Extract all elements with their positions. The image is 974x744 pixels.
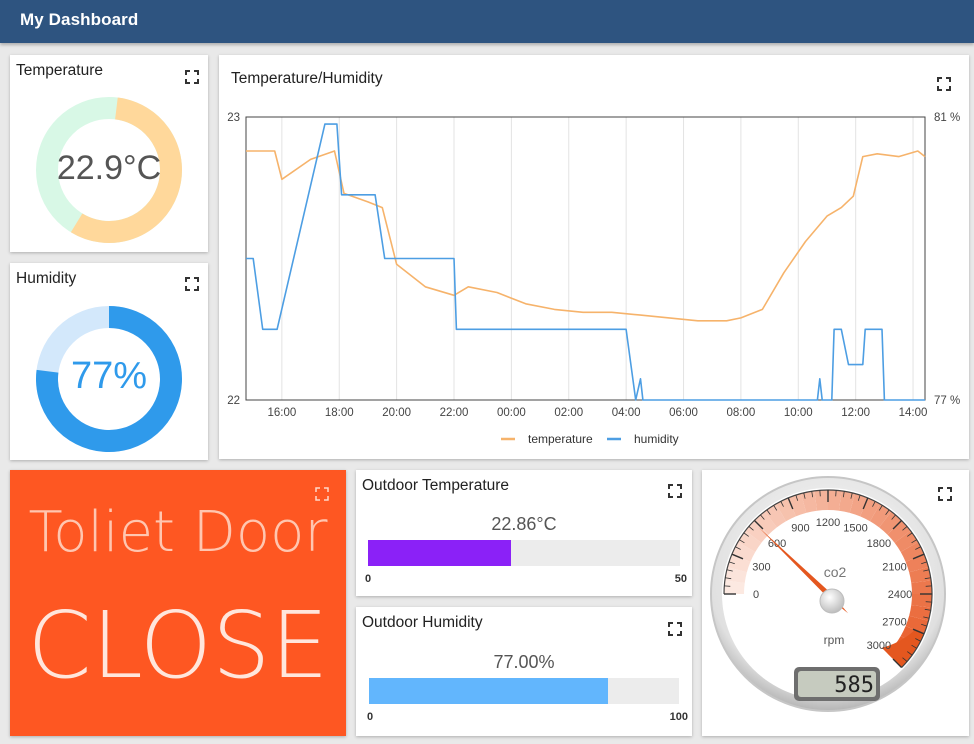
outdoor-temperature-value: 22.86°C: [491, 514, 557, 534]
x-tick-label: 04:00: [612, 407, 641, 419]
humidity-card: Humidity 77%: [10, 263, 208, 460]
door-card: Toliet Door CLOSE: [10, 470, 346, 736]
x-tick-label: 14:00: [899, 407, 928, 419]
outdoor-temperature-card: Outdoor Temperature 22.86°C 0 50: [356, 470, 692, 596]
expand-icon[interactable]: [315, 487, 329, 501]
outdoor-temperature-title: Outdoor Temperature: [362, 477, 510, 494]
outdoor-humidity-title: Outdoor Humidity: [362, 614, 483, 631]
series-line-temperature: [246, 150, 926, 322]
gauge-scale-label: 0: [753, 589, 759, 601]
x-tick-label: 08:00: [727, 407, 756, 419]
gauge-scale-label: 3000: [867, 640, 891, 652]
outdoor-humidity-card: Outdoor Humidity 77.00% 0 100: [356, 607, 692, 736]
bar-track: [369, 678, 679, 704]
expand-icon[interactable]: [668, 622, 682, 636]
door-title: Toliet Door: [28, 500, 328, 565]
legend-label: temperature: [528, 432, 593, 446]
x-tick-label: 16:00: [267, 407, 296, 419]
outdoor-humidity-value: 77.00%: [493, 652, 555, 672]
expand-icon[interactable]: [668, 484, 682, 498]
y-left-tick-label: 23: [227, 112, 240, 124]
bar-fill: [368, 540, 511, 566]
legend-label: humidity: [634, 432, 679, 446]
gauge-scale-label: 2700: [882, 617, 906, 629]
x-tick-label: 06:00: [669, 407, 698, 419]
gauge-scale-label: 900: [791, 522, 809, 534]
x-tick-label: 12:00: [841, 407, 870, 419]
gauge-scale-label: 2400: [888, 589, 912, 601]
gauge-scale-label: 1200: [816, 517, 840, 529]
line-chart: 16:00 18:00 20:00 22:00 00:00 02:00 04:00 06:00…: [227, 112, 960, 446]
bar-track: [368, 540, 680, 566]
gauge-unit: rpm: [824, 633, 845, 647]
door-state: CLOSE: [27, 592, 329, 699]
series-line-humidity: [246, 123, 925, 401]
bar-min-label: 0: [367, 711, 374, 723]
humidity-value: 77%: [70, 355, 148, 397]
temperature-value: 22.9°C: [56, 149, 162, 187]
bar-max-label: 100: [669, 711, 688, 723]
dashboard-title: My Dashboard: [20, 10, 139, 29]
gauge-display-value: 585: [834, 673, 874, 698]
temperature-card: Temperature 22.9°C: [10, 55, 208, 252]
plot-frame: [245, 116, 926, 401]
y-left-tick-label: 22: [227, 395, 240, 407]
bar-fill: [369, 678, 608, 704]
x-tick-label: 20:00: [382, 407, 411, 419]
gauge-scale-label: 2100: [882, 561, 906, 573]
gauge-scale-label: 1500: [843, 522, 867, 534]
gauge-label: co2: [824, 564, 847, 580]
x-tick-label: 18:00: [325, 407, 354, 419]
y-right-tick-label: 77 %: [934, 395, 960, 407]
gauge-scale-label: 1800: [867, 538, 891, 550]
gauge-needle-hub: [819, 588, 845, 614]
temperature-humidity-chart-card: Temperature/Humidity 16:00 18:00 20:00 22:0…: [219, 55, 969, 459]
x-tick-label: 22:00: [440, 407, 469, 419]
y-right-tick-label: 81 %: [934, 112, 960, 124]
co2-gauge: 0 300 600 900 1200 15001800 2100 2400 2700 3000 co…: [710, 476, 946, 712]
top-bar: My Dashboard: [0, 0, 974, 43]
gauge-scale-label: 600: [768, 538, 786, 550]
bar-min-label: 0: [365, 573, 372, 585]
x-tick-label: 02:00: [554, 407, 583, 419]
x-tick-label: 00:00: [497, 407, 526, 419]
bar-max-label: 50: [674, 573, 687, 585]
x-tick-label: 10:00: [784, 407, 813, 419]
gauge-scale-label: 300: [752, 561, 770, 573]
co2-gauge-card: 0 300 600 900 1200 1500 1800 2100 2400 2700 3000 co…: [702, 470, 969, 736]
